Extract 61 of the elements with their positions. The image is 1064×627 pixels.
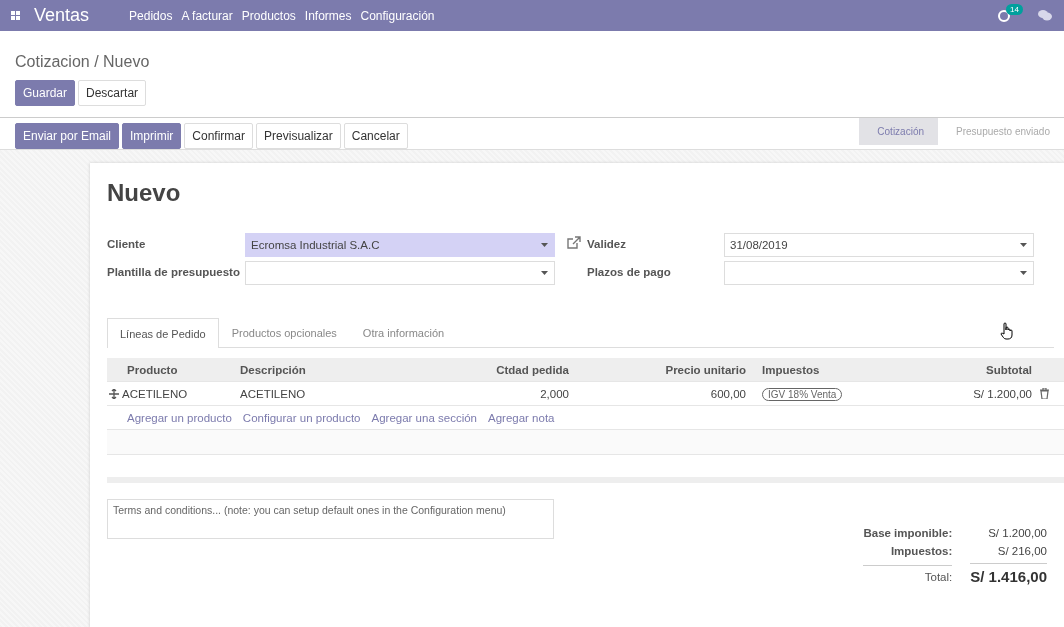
menu-item[interactable]: Productos [241, 8, 296, 23]
total-value: S/ 1.416,00 [970, 563, 1047, 585]
add-line-link[interactable]: Agregar nota [488, 411, 555, 424]
action-button[interactable]: Previsualizar [256, 122, 341, 149]
notebook-tab[interactable]: Líneas de Pedido [107, 318, 219, 348]
action-button[interactable]: Cancelar [343, 122, 408, 149]
column-header[interactable]: Subtotal [930, 363, 1040, 376]
chat-bubbles-icon[interactable] [1038, 10, 1052, 21]
caret-icon [541, 243, 548, 247]
column-header[interactable]: Producto [107, 363, 232, 376]
breadcrumb: Cotizacion / Nuevo [14, 52, 151, 71]
caret-icon [541, 271, 548, 275]
menu-item[interactable]: A facturar [181, 8, 233, 23]
field-label: Cliente [107, 237, 147, 252]
table-cell-text: 600,00 [709, 387, 747, 400]
add-line-link[interactable]: Agregar un producto [127, 411, 232, 424]
notebook-tab[interactable]: Otra información [349, 318, 458, 347]
caret-icon [1020, 243, 1027, 247]
form-button[interactable]: Guardar [15, 80, 76, 106]
menu-item[interactable]: Pedidos [129, 8, 173, 23]
record-title: Nuevo [107, 179, 182, 207]
total-label: Impuestos: [889, 545, 953, 557]
menu-item[interactable]: Informes [304, 8, 352, 23]
caret-icon [1020, 271, 1027, 275]
column-header[interactable]: Impuestos [754, 363, 930, 376]
dropdown-field[interactable] [245, 261, 555, 285]
column-header[interactable]: Descripción [232, 363, 382, 376]
table-cell-text: S/ 1.200,00 [972, 387, 1033, 400]
hand-pointer-icon [1000, 322, 1014, 340]
dropdown-field[interactable]: 31/08/2019 [724, 233, 1034, 257]
add-line-link[interactable]: Agregar una sección [371, 411, 477, 424]
action-button[interactable]: Confirmar [184, 122, 254, 149]
total-label: Total: [863, 565, 953, 583]
field-label: Validez [587, 237, 627, 252]
total-value: S/ 216,00 [996, 545, 1047, 557]
action-button[interactable]: Imprimir [122, 122, 182, 149]
notebook-tab[interactable]: Productos opcionales [218, 318, 350, 347]
terms-field[interactable]: Terms and conditions... (note: you can setup default ones in the Configuration menu) [107, 499, 554, 539]
form-button[interactable]: Descartar [78, 80, 147, 106]
external-link-icon[interactable] [567, 236, 581, 249]
activity-count-badge: 14 [1006, 3, 1023, 15]
dropdown-field[interactable] [724, 261, 1034, 285]
field-label: Plazos de pago [587, 265, 672, 280]
action-button[interactable]: Enviar por Email [15, 122, 120, 149]
trash-icon[interactable] [1040, 388, 1049, 399]
app-name: Ventas [34, 5, 90, 26]
column-header[interactable]: Precio unitario [577, 363, 754, 376]
menu-item[interactable]: Configuración [360, 8, 435, 23]
field-label: Plantilla de presupuesto [107, 265, 241, 280]
drag-handle-icon[interactable] [109, 388, 119, 399]
column-header[interactable]: Ctdad pedida [382, 363, 577, 376]
table-cell-text: ACETILENO [239, 387, 307, 400]
table-cell: ACETILENO [122, 387, 188, 400]
status-stage[interactable]: Cotización [859, 118, 939, 145]
apps-grid-icon[interactable] [11, 11, 20, 20]
activity-clock-icon[interactable] [998, 9, 1010, 22]
table-cell-text: 2,000 [539, 387, 570, 400]
add-line-link[interactable]: Configurar un producto [242, 411, 361, 424]
dropdown-field[interactable]: Ecromsa Industrial S.A.C [245, 233, 555, 257]
total-label: Base imponible: [863, 527, 953, 539]
total-value: S/ 1.200,00 [987, 527, 1047, 539]
